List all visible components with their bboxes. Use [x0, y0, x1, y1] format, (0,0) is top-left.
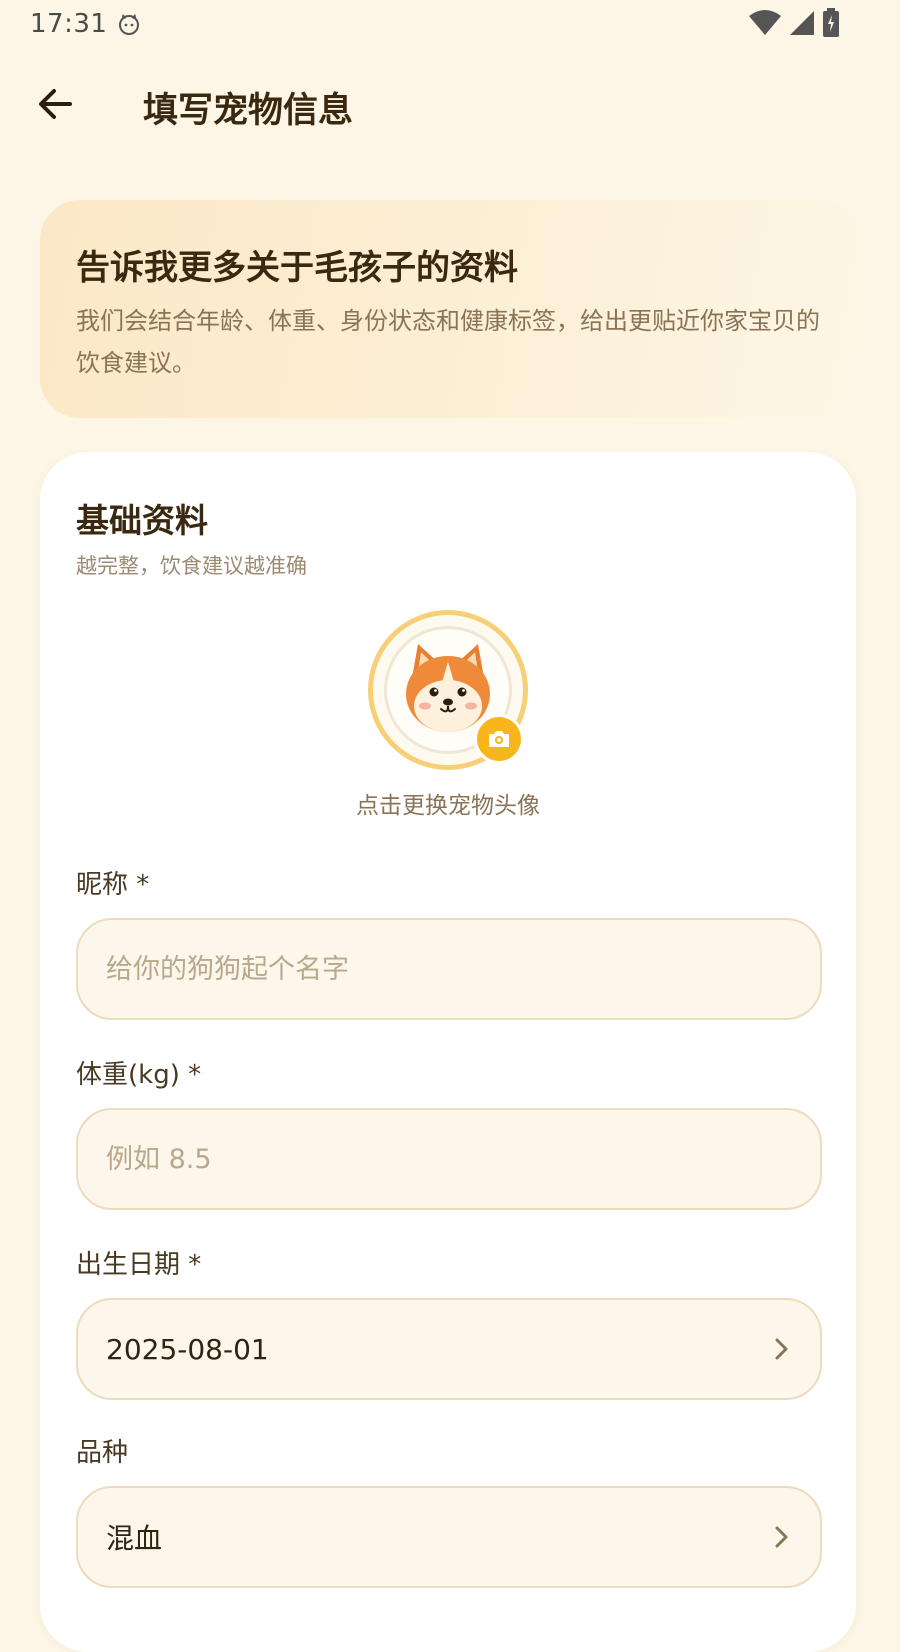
- breed-value: 混血: [106, 1522, 163, 1555]
- change-avatar-button[interactable]: [474, 714, 524, 764]
- breed-label: 品种: [76, 1438, 129, 1468]
- weight-field[interactable]: [76, 1108, 822, 1210]
- nickname-label: 昵称 *: [76, 870, 150, 900]
- wifi-icon: [749, 10, 781, 35]
- battery-icon: [823, 8, 839, 37]
- breed-picker[interactable]: 混血: [76, 1486, 822, 1588]
- weight-input[interactable]: [106, 1143, 792, 1175]
- weight-label: 体重(kg) *: [76, 1060, 202, 1090]
- app-bar: 填写宠物信息: [0, 64, 900, 144]
- camera-icon: [489, 731, 509, 747]
- nickname-input[interactable]: [106, 953, 792, 985]
- birthday-label: 出生日期 *: [76, 1250, 202, 1280]
- status-time: 17:31: [30, 9, 108, 39]
- signal-icon: [790, 11, 814, 35]
- page-title: 填写宠物信息: [143, 91, 354, 131]
- birthday-value: 2025-08-01: [106, 1332, 269, 1366]
- status-icons: [748, 8, 840, 38]
- nickname-field[interactable]: [76, 918, 822, 1020]
- birthday-picker[interactable]: 2025-08-01: [76, 1298, 822, 1400]
- intro-title: 告诉我更多关于毛孩子的资料: [76, 248, 518, 288]
- avatar-caption: 点击更换宠物头像: [356, 793, 540, 819]
- pet-avatar[interactable]: [368, 610, 528, 770]
- intro-card: 告诉我更多关于毛孩子的资料 我们会结合年龄、体重、身份状态和健康标签，给出更贴近…: [40, 200, 860, 418]
- back-arrow-icon[interactable]: [34, 82, 78, 126]
- chevron-right-icon: [775, 1338, 788, 1360]
- cat-notification-icon: [119, 13, 140, 35]
- status-bar: 17:31: [0, 0, 900, 48]
- chevron-right-icon: [775, 1526, 788, 1548]
- basic-info-card: 基础资料 越完整，饮食建议越准确 点击更换宠物头像 昵称 * 给你的狗狗起个名字…: [40, 452, 856, 1652]
- section-subtitle: 越完整，饮食建议越准确: [76, 554, 307, 578]
- intro-description: 我们会结合年龄、体重、身份状态和健康标签，给出更贴近你家宝贝的饮食建议。: [76, 307, 820, 377]
- section-title: 基础资料: [76, 501, 208, 540]
